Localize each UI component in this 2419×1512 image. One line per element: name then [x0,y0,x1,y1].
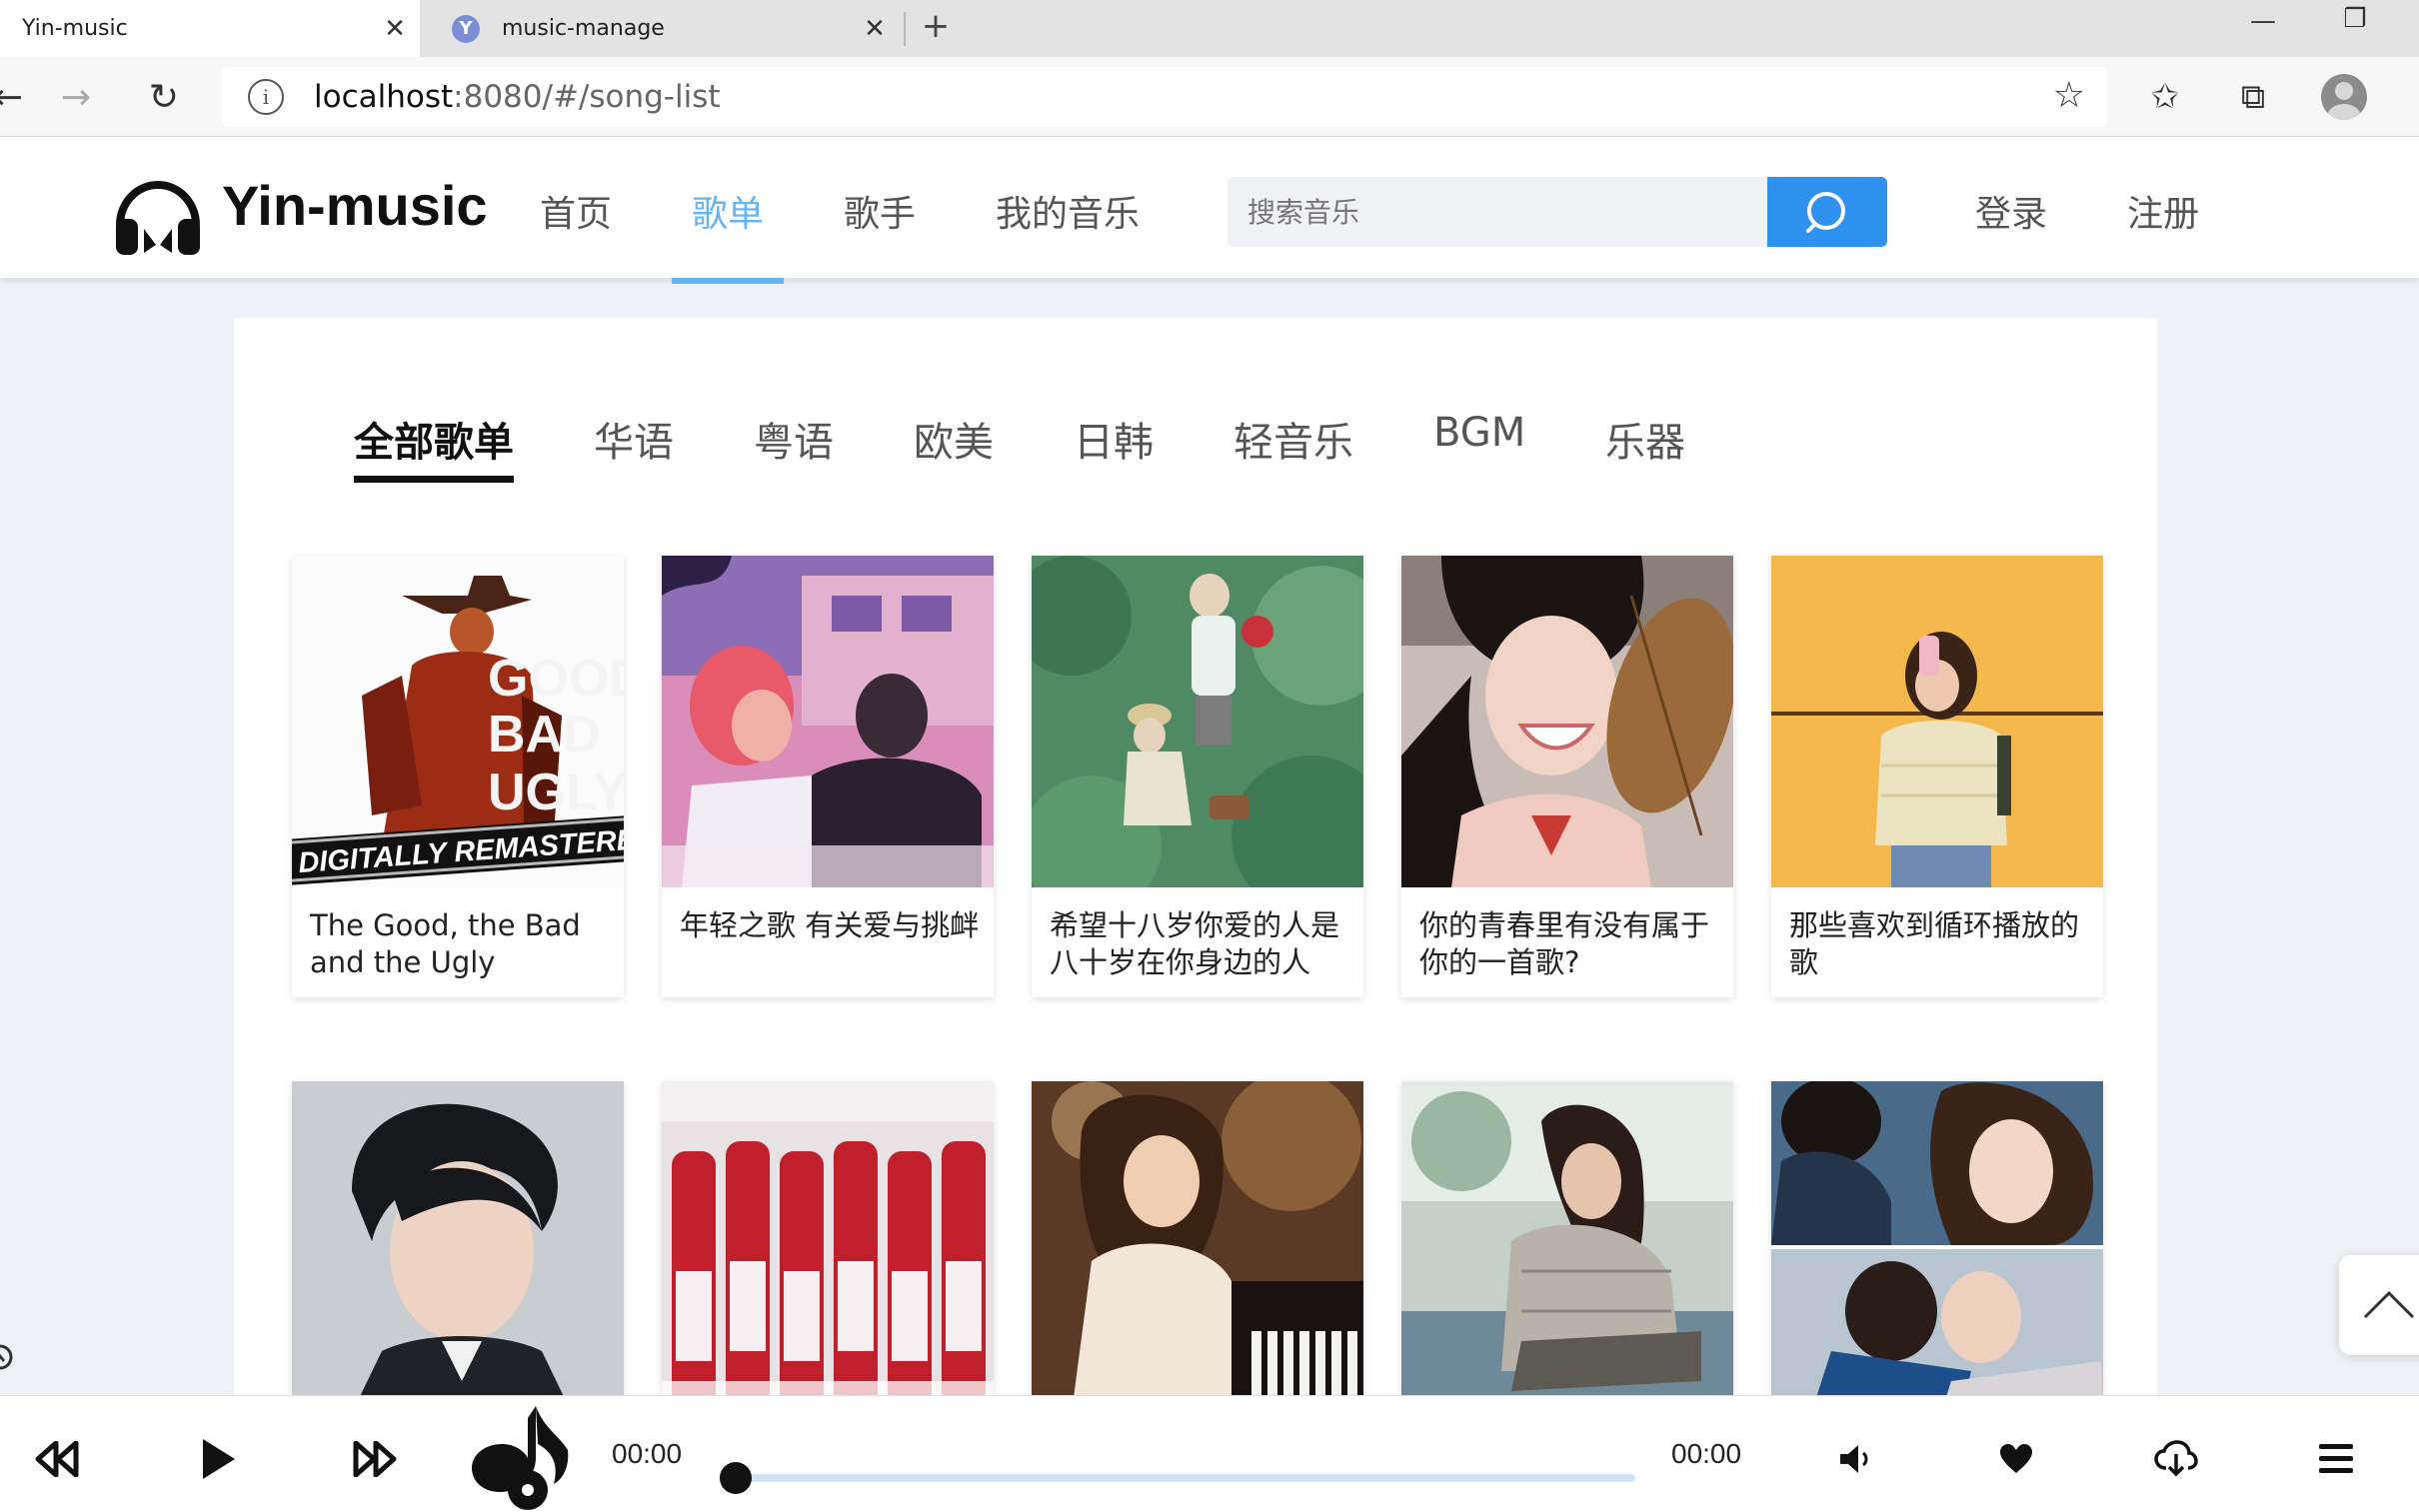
tab-music-manage[interactable]: Y music-manage ✕ [432,0,900,57]
menu-icon[interactable] [2311,1434,2361,1484]
playlist-card[interactable]: GOOD BAD UGLY DIGITALLY REMASTERED The G… [292,556,624,997]
search-icon [1806,192,1845,233]
play-icon[interactable] [192,1434,242,1484]
search-box [1227,177,1767,247]
side-tab-icon[interactable] [0,1339,16,1375]
plus-icon[interactable]: + [916,6,956,46]
browser-tab-bar: Yin-music ✕ Y music-manage ✕ + — ❐ [0,0,2419,57]
music-note-icon[interactable] [458,1398,574,1512]
category-tab-all[interactable]: 全部歌单 [354,410,514,468]
close-icon[interactable]: ✕ [850,14,900,44]
search-button[interactable] [1767,177,1887,247]
nav-active-indicator [672,278,784,284]
current-time: 00:00 [612,1438,683,1469]
fast-forward-icon[interactable] [350,1434,400,1484]
download-icon[interactable] [2151,1434,2201,1484]
volume-icon[interactable] [1831,1434,1881,1484]
minimize-icon[interactable]: — [2233,6,2293,36]
nav-singers[interactable]: 歌手 [844,185,916,237]
playlist-panel: 全部歌单 华语 粤语 欧美 日韩 轻音乐 BGM 乐器 GOOD BAD UGL… [234,318,2157,1481]
refresh-icon[interactable]: ↻ [140,73,188,121]
site-header: Yin-music 首页 歌单 歌手 我的音乐 登录 注册 [0,137,2419,284]
category-tab-western[interactable]: 欧美 [914,410,994,468]
back-to-top-button[interactable] [2339,1255,2419,1355]
playlist-cover[interactable]: GOOD BAD UGLY DIGITALLY REMASTERED [292,556,624,887]
tab-title: music-manage [502,16,665,41]
cover-text-ugly: UGLY [488,763,624,821]
playlist-cover[interactable] [662,1081,994,1413]
restore-icon[interactable]: ❐ [2325,4,2385,34]
category-tab-instrument[interactable]: 乐器 [1605,410,1685,468]
search-input[interactable] [1227,195,1767,229]
favorites-icon[interactable]: ✩ [2139,71,2191,123]
total-time: 00:00 [1671,1438,1742,1469]
playlist-cover[interactable] [1771,1081,2103,1413]
playlist-card[interactable]: 年轻之歌 有关爱与挑衅 [662,556,994,997]
collections-icon[interactable]: ⧉ [2227,71,2279,123]
tab-separator [904,12,906,46]
cover-text-bad: BAD [488,706,601,763]
url-field[interactable]: i localhost :8080/#/song-list ☆ [222,67,2107,127]
star-icon[interactable]: ☆ [2053,75,2085,116]
nav-my-music[interactable]: 我的音乐 [996,185,1140,237]
url-path: :8080/#/song-list [453,79,721,115]
category-tab-jpkr[interactable]: 日韩 [1074,410,1154,468]
playlist-title[interactable]: 你的青春里有没有属于你的一首歌? [1419,907,1719,981]
headphones-icon[interactable] [108,163,208,263]
progress-knob[interactable] [720,1462,752,1494]
browser-address-bar: ← → ↻ i localhost :8080/#/song-list ☆ ✩ … [0,57,2419,137]
chevron-up-icon [2363,1290,2415,1319]
player-bar: 00:00 00:00 [0,1395,2419,1512]
info-icon[interactable]: i [248,79,284,115]
progress-bar[interactable] [720,1462,1635,1494]
back-arrow-icon[interactable]: ← [0,73,32,121]
tab-favicon: Y [452,14,480,43]
category-tab-cantonese[interactable]: 粤语 [754,410,834,468]
playlist-title[interactable]: 希望十八岁你爱的人是八十岁在你身边的人 [1050,907,1349,981]
forward-arrow-icon[interactable]: → [52,73,100,121]
category-active-indicator [354,476,514,483]
playlist-cover[interactable] [662,556,994,887]
heart-icon[interactable] [1991,1434,2041,1484]
category-tab-bgm[interactable]: BGM [1433,410,1525,456]
close-icon[interactable]: ✕ [370,14,420,44]
category-tab-chinese[interactable]: 华语 [594,410,674,468]
playlist-cover[interactable] [1401,556,1733,887]
rewind-icon[interactable] [32,1434,82,1484]
playlist-title[interactable]: 年轻之歌 有关爱与挑衅 [680,907,980,944]
site-logo-text[interactable]: Yin-music [222,173,488,238]
playlist-title[interactable]: 那些喜欢到循环播放的歌 [1789,907,2089,981]
tab-title: Yin-music [22,16,128,41]
category-tab-light-music[interactable]: 轻音乐 [1233,410,1353,468]
playlist-cover[interactable] [1032,556,1363,887]
playlist-card[interactable]: 那些喜欢到循环播放的歌 [1771,556,2103,997]
login-link[interactable]: 登录 [1975,185,2047,237]
playlist-card[interactable]: 你的青春里有没有属于你的一首歌? [1401,556,1733,997]
playlist-cover[interactable] [1771,556,2103,887]
tab-yin-music[interactable]: Yin-music ✕ [0,0,420,57]
playlist-cover[interactable] [292,1081,624,1413]
playlist-cover[interactable] [1401,1081,1733,1413]
url-host: localhost [314,79,454,115]
nav-playlists[interactable]: 歌单 [692,185,764,237]
playlist-cover[interactable] [1032,1081,1363,1413]
register-link[interactable]: 注册 [2127,185,2199,237]
cover-text-good: GOOD [488,650,624,708]
nav-home[interactable]: 首页 [540,185,612,237]
playlist-title[interactable]: The Good, the Bad and the Ugly [310,907,610,981]
playlist-card[interactable]: 希望十八岁你爱的人是八十岁在你身边的人 [1032,556,1363,997]
profile-icon[interactable] [2321,74,2367,120]
